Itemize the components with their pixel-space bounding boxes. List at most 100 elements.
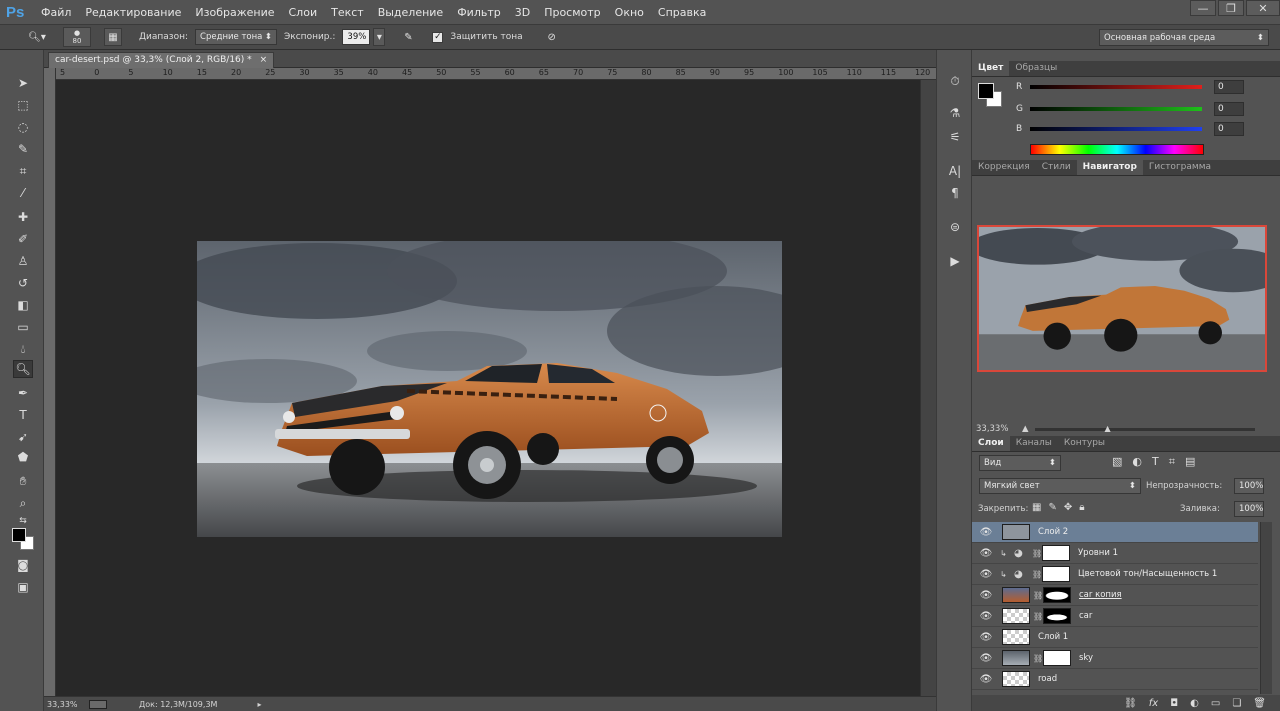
menu-view[interactable]: Просмотр	[537, 6, 607, 19]
history-panel-icon[interactable]: ⏱	[945, 72, 965, 90]
tab-histogram[interactable]: Гистограмма	[1143, 160, 1217, 175]
tab-channels[interactable]: Каналы	[1010, 436, 1058, 451]
red-value[interactable]: 0	[1214, 80, 1244, 94]
close-tab-icon[interactable]: ×	[260, 55, 268, 65]
pen-tool-icon[interactable]: ✒	[13, 384, 33, 402]
layer-row[interactable]: 👁︎ ⛓ car	[972, 606, 1258, 627]
navigator-zoom-slider[interactable]: ▲	[1034, 424, 1255, 433]
character-panel-icon[interactable]: A|	[945, 162, 965, 180]
zoom-out-icon[interactable]: ▲	[1022, 424, 1029, 434]
visibility-eye-icon[interactable]: 👁︎	[972, 653, 1000, 664]
document-image[interactable]	[197, 241, 782, 537]
layer-name[interactable]: Слой 2	[1038, 527, 1068, 537]
clone-stamp-tool-icon[interactable]: ♙	[13, 252, 33, 270]
close-button[interactable]: ✕	[1246, 0, 1280, 16]
fill-input[interactable]: 100%	[1234, 501, 1264, 517]
crop-tool-icon[interactable]: ⌗	[13, 162, 33, 180]
folder-icon[interactable]: ▭	[1211, 698, 1220, 709]
brush-panel-icon[interactable]: ▦	[104, 28, 122, 46]
layer-row[interactable]: 👁︎ ⛓ sky	[972, 648, 1258, 669]
red-slider[interactable]	[1030, 85, 1202, 89]
brush-size-picker[interactable]: ● 80	[63, 27, 91, 47]
fx-icon[interactable]: fx	[1149, 698, 1158, 709]
tab-paths[interactable]: Контуры	[1058, 436, 1111, 451]
navigator-preview[interactable]	[977, 225, 1267, 372]
restore-button[interactable]: ❐	[1218, 0, 1244, 16]
blue-value[interactable]: 0	[1214, 122, 1244, 136]
menu-file[interactable]: Файл	[34, 6, 78, 19]
filter-type-icon[interactable]: T	[1152, 455, 1169, 468]
menu-select[interactable]: Выделение	[371, 6, 451, 19]
shape-tool-icon[interactable]: ⬟	[13, 448, 33, 466]
menu-window[interactable]: Окно	[608, 6, 651, 19]
visibility-eye-icon[interactable]: 👁︎	[972, 611, 1000, 622]
menu-help[interactable]: Справка	[651, 6, 713, 19]
screen-mode-icon[interactable]: ▣	[13, 578, 33, 596]
navigator-zoom-value[interactable]: 33,33%	[976, 424, 1012, 434]
layer-row[interactable]: 👁︎ road	[972, 669, 1258, 690]
layer-name[interactable]: Слой 1	[1038, 632, 1068, 642]
path-selection-tool-icon[interactable]: ➹	[13, 428, 33, 446]
tab-adjustments[interactable]: Коррекция	[972, 160, 1036, 175]
layer-name[interactable]: road	[1038, 674, 1057, 684]
paragraph-panel-icon[interactable]: ¶	[945, 184, 965, 202]
trash-icon[interactable]: 🗑︎	[1253, 698, 1266, 709]
tab-layers[interactable]: Слои	[972, 436, 1010, 451]
eyedropper-tool-icon[interactable]: ⁄	[13, 184, 33, 202]
layer-name[interactable]: sky	[1079, 653, 1093, 663]
hand-tool-icon[interactable]: ✋︎	[13, 472, 33, 490]
layer-mask-thumbnail[interactable]	[1043, 587, 1071, 603]
workspace-dropdown[interactable]: Основная рабочая среда ⬍	[1099, 29, 1269, 46]
menu-layers[interactable]: Слои	[282, 6, 325, 19]
layer-row[interactable]: 👁︎ ↳ ◕ ⛓ Цветовой тон/Насыщенность 1	[972, 564, 1258, 585]
layers-scrollbar[interactable]	[1260, 522, 1272, 694]
layer-mask-thumbnail[interactable]	[1043, 608, 1071, 624]
status-icon[interactable]	[89, 699, 107, 709]
visibility-eye-icon[interactable]: 👁︎	[972, 548, 1000, 559]
minimize-button[interactable]: —	[1190, 0, 1216, 16]
tab-navigator[interactable]: Навигатор	[1076, 160, 1143, 175]
tab-color[interactable]: Цвет	[972, 61, 1010, 76]
vertical-scrollbar[interactable]	[920, 80, 936, 696]
tab-swatches[interactable]: Образцы	[1009, 61, 1063, 76]
filter-smart-icon[interactable]: ▤	[1185, 455, 1205, 468]
filter-shape-icon[interactable]: ⌗	[1169, 455, 1185, 468]
range-dropdown[interactable]: Средние тона ⬍	[195, 29, 278, 45]
menu-image[interactable]: Изображение	[188, 6, 281, 19]
layer-mask-thumbnail[interactable]	[1042, 545, 1070, 561]
opacity-input[interactable]: 100%	[1234, 478, 1264, 494]
clone-source-icon[interactable]: ⊜	[945, 218, 965, 236]
color-fg-swatch[interactable]	[978, 83, 994, 99]
green-slider[interactable]	[1030, 107, 1202, 111]
layer-row[interactable]: 👁︎ ⛓ car копия	[972, 585, 1258, 606]
status-menu-arrow-icon[interactable]: ▸	[257, 700, 261, 709]
visibility-eye-icon[interactable]: 👁︎	[972, 674, 1000, 685]
type-tool-icon[interactable]: T	[13, 406, 33, 424]
new-layer-icon[interactable]: ❏	[1232, 698, 1241, 709]
zoom-tool-icon[interactable]: ⌕	[13, 494, 33, 512]
layer-row[interactable]: 👁︎ Слой 2	[972, 522, 1258, 543]
brush-presets-icon[interactable]: ⚟	[945, 128, 965, 146]
lock-all-icon[interactable]: 🔒︎	[1079, 502, 1091, 513]
exposure-slider-toggle[interactable]: ▾	[373, 28, 386, 46]
healing-brush-tool-icon[interactable]: ✚	[13, 208, 33, 226]
foreground-color-swatch[interactable]	[12, 528, 26, 542]
eraser-tool-icon[interactable]: ◧	[13, 296, 33, 314]
menu-type[interactable]: Текст	[324, 6, 371, 19]
dodge-tool-icon[interactable]: 🔍︎	[13, 360, 33, 378]
tab-styles[interactable]: Стили	[1036, 160, 1077, 175]
menu-edit[interactable]: Редактирование	[78, 6, 188, 19]
lasso-tool-icon[interactable]: ◌	[13, 118, 33, 136]
visibility-eye-icon[interactable]: 👁︎	[972, 527, 1000, 538]
actions-panel-icon[interactable]: ⚗	[945, 104, 965, 122]
airbrush-icon[interactable]: ✎	[399, 28, 417, 46]
history-brush-tool-icon[interactable]: ↺	[13, 274, 33, 292]
dodge-tool-preset-icon[interactable]: 🔍︎▾	[28, 28, 46, 46]
green-value[interactable]: 0	[1214, 102, 1244, 116]
blend-mode-dropdown[interactable]: Мягкий свет ⬍	[979, 478, 1141, 494]
protect-tones-checkbox[interactable]: ✓	[432, 31, 444, 43]
layer-mask-thumbnail[interactable]	[1043, 650, 1071, 666]
visibility-eye-icon[interactable]: 👁︎	[972, 590, 1000, 601]
exposure-input[interactable]: 39%	[342, 29, 371, 45]
blur-tool-icon[interactable]: 💧︎	[13, 340, 33, 358]
